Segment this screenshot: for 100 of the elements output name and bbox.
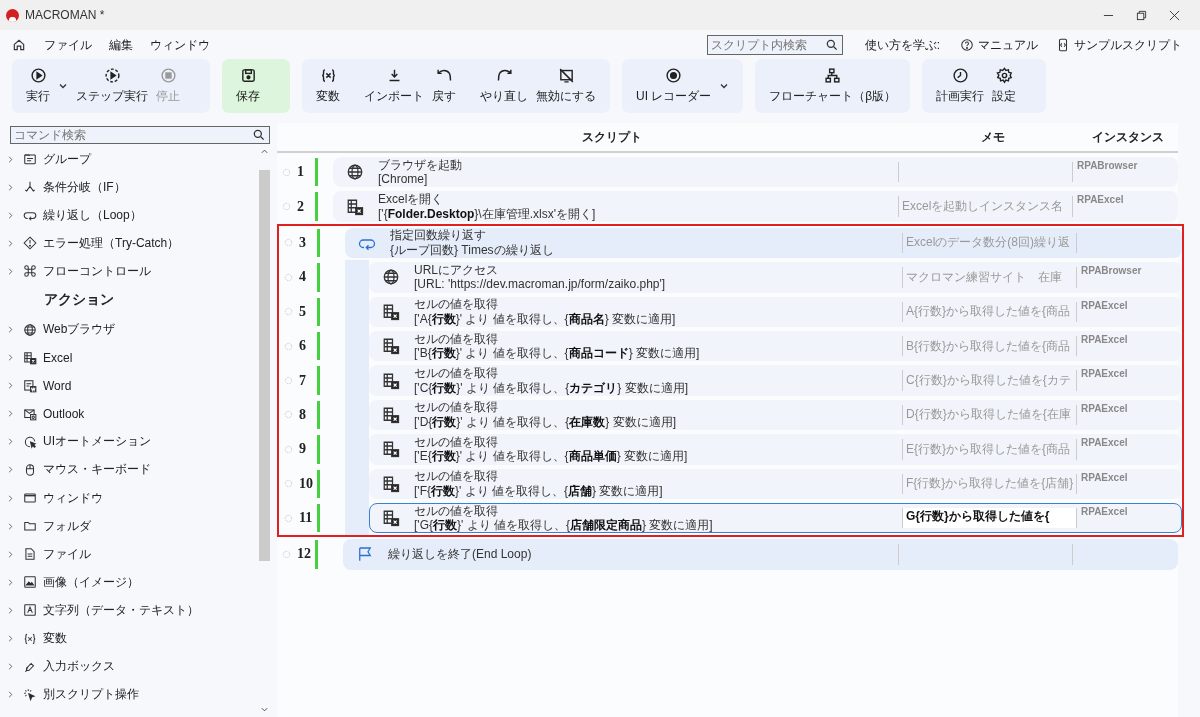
restore-button[interactable]: [1136, 9, 1147, 21]
line-number: 6: [299, 338, 306, 355]
schedule-icon: [951, 67, 969, 84]
chevron-icon[interactable]: [6, 437, 15, 447]
chevron-icon[interactable]: [6, 381, 15, 391]
toolbar-button[interactable]: 戻す: [428, 67, 476, 105]
command-category[interactable]: マウス・キーボード: [43, 461, 151, 479]
scrollbar-thumb[interactable]: [259, 170, 270, 561]
script-step[interactable]: セルの値を取得 ['E{行数}' より 値を取得し、{商品単価} 変数に適用] E{行数}から取得した値を{商品 RPAExcel: [369, 434, 1182, 465]
toolbar-button[interactable]: 計画実行: [932, 67, 989, 105]
menu-item[interactable]: 編集: [109, 36, 133, 54]
command-category[interactable]: ウィンドウ: [43, 489, 103, 507]
command-category[interactable]: 変数: [43, 630, 67, 648]
step-title: ブラウザを起動: [378, 157, 462, 173]
chevron-icon[interactable]: [6, 521, 15, 531]
step-title: セルの値を取得: [414, 469, 499, 484]
chevron-icon[interactable]: [6, 577, 15, 587]
line-number: 9: [299, 441, 306, 458]
chevron-icon[interactable]: [6, 409, 15, 419]
chevron-icon[interactable]: [6, 605, 15, 615]
command-category[interactable]: Word: [43, 378, 72, 393]
script-step[interactable]: Excelを開く ['{Folder.Desktop}\在庫管理.xlsx'を開く] Excelを起動しインスタンス名 RPAExcel: [333, 191, 1178, 222]
command-category[interactable]: ファイル: [43, 545, 91, 563]
line-number: 7: [299, 372, 306, 389]
script-step[interactable]: ブラウザを起動 [Chrome] RPABrowser: [333, 157, 1178, 188]
chevron-down-icon[interactable]: [58, 81, 68, 91]
toolbar-button[interactable]: 設定: [988, 67, 1037, 105]
memo-text: B{行数}から取得した値を{商品: [906, 337, 1071, 355]
command-category[interactable]: 文字列（データ・テキスト）: [43, 601, 199, 619]
script-step[interactable]: 指定回数繰り返す {ループ回数} Timesの繰り返し Excelのデータ数分(8回)繰り返: [345, 227, 1182, 259]
chevron-icon[interactable]: [6, 210, 15, 220]
toolbar-button[interactable]: 保存: [232, 67, 280, 105]
command-search-field[interactable]: コマンド検索: [10, 126, 270, 144]
search-icon[interactable]: [824, 38, 839, 52]
help-link[interactable]: サンプルスクリプト: [1056, 36, 1182, 54]
script-step[interactable]: セルの値を取得 ['F{行数}' より 値を取得し、{店舗} 変数に適用] F{行数}から取得した値を{店舗} RPAExcel: [369, 468, 1182, 499]
step-title: 指定回数繰り返す: [390, 228, 487, 243]
script-step[interactable]: セルの値を取得 ['G{行数}' より 値を取得し、{店舗限定商品} 変数に適用] G{行数}から取得した値を{ RPAExcel: [369, 502, 1182, 534]
toolbar-button[interactable]: ステップ実行: [72, 67, 152, 105]
excel-icon: [382, 371, 400, 390]
chevron-down-icon[interactable]: [719, 81, 730, 91]
help-link[interactable]: マニュアル: [960, 36, 1038, 54]
toolbar-button[interactable]: 変数: [312, 67, 360, 105]
memo-text: D{行数}から取得した値を{在庫: [906, 406, 1071, 424]
script-step[interactable]: セルの値を取得 ['C{行数}' より 値を取得し、{カテゴリ} 変数に適用] C{行数}から取得した値を{カテ RPAExcel: [369, 365, 1182, 396]
toolbar-button[interactable]: フローチャート（β版）: [765, 67, 901, 105]
command-category[interactable]: Excel: [43, 350, 73, 365]
chevron-icon[interactable]: [6, 493, 15, 503]
chevron-icon[interactable]: [6, 266, 15, 276]
command-category[interactable]: Outlook: [43, 406, 85, 421]
globe-icon: [346, 163, 364, 182]
command-category[interactable]: 条件分岐（IF）: [43, 178, 126, 196]
script-step[interactable]: 繰り返しを終了(End Loop): [343, 539, 1178, 570]
command-category[interactable]: 繰り返し（Loop）: [43, 206, 142, 224]
chevron-icon[interactable]: [6, 182, 15, 192]
close-button[interactable]: [1169, 9, 1180, 21]
command-category[interactable]: エラー処理（Try-Catch）: [43, 234, 180, 252]
menu-item[interactable]: ウィンドウ: [150, 36, 210, 54]
chevron-icon[interactable]: [6, 662, 15, 672]
menu-item[interactable]: ファイル: [44, 36, 92, 54]
step-detail: ['A{行数}' より 値を取得し、{商品名} 変数に適用]: [414, 311, 676, 327]
chevron-icon[interactable]: [6, 634, 15, 644]
excel-icon: [382, 474, 400, 493]
chevron-icon[interactable]: [6, 325, 15, 334]
command-category[interactable]: 画像（イメージ）: [43, 573, 139, 591]
script-step[interactable]: セルの値を取得 ['D{行数}' より 値を取得し、{在庫数} 変数に適用] D{行数}から取得した値を{在庫 RPAExcel: [369, 399, 1182, 431]
toolbar-button[interactable]: インポート: [360, 67, 428, 105]
script-step[interactable]: セルの値を取得 ['B{行数}' より 値を取得し、{商品コード} 変数に適用] B{行数}から取得した値を{商品 RPAExcel: [369, 330, 1182, 362]
command-category[interactable]: フローコントロール: [43, 262, 151, 280]
command-category[interactable]: Webブラウザ: [43, 321, 116, 338]
command-icon: [23, 264, 37, 279]
scroll-up-icon[interactable]: [260, 147, 269, 156]
chevron-icon[interactable]: [6, 353, 15, 363]
click-icon: [23, 687, 37, 702]
excel-icon: [382, 509, 400, 528]
command-category[interactable]: グループ: [43, 150, 91, 168]
chevron-icon[interactable]: [6, 549, 15, 559]
search-icon[interactable]: [252, 128, 266, 142]
memo-text: Excelのデータ数分(8回)繰り返: [906, 234, 1070, 252]
chevron-icon[interactable]: [6, 690, 15, 700]
column-header: メモ: [980, 128, 1006, 146]
command-category[interactable]: UIオートメーション: [43, 433, 151, 451]
error-icon: [23, 236, 37, 251]
toolbar-button[interactable]: 実行: [22, 67, 72, 105]
folder-icon: [23, 519, 37, 534]
chevron-icon[interactable]: [6, 465, 15, 475]
script-step[interactable]: セルの値を取得 ['A{行数}' より 値を取得し、{商品名} 変数に適用] A{行数}から取得した値を{商品 RPAExcel: [369, 296, 1182, 327]
command-category[interactable]: 入力ボックス: [43, 658, 115, 676]
home-icon[interactable]: [12, 38, 26, 52]
script-step[interactable]: URLにアクセス [URL: 'https://dev.macroman.jp/form/zaiko.php'] マクロマン練習サイト 在庫 RPABrowser: [369, 262, 1182, 293]
toolbar-button[interactable]: やり直し: [476, 67, 532, 105]
toolbar-button[interactable]: UI レコーダー: [632, 67, 734, 105]
toolbar-button[interactable]: 無効にする: [532, 67, 600, 105]
chevron-icon[interactable]: [6, 154, 15, 164]
scroll-down-icon[interactable]: [260, 705, 269, 714]
script-search-field[interactable]: スクリプト内検索: [706, 35, 843, 55]
chevron-icon[interactable]: [6, 238, 15, 248]
command-category[interactable]: 別スクリプト操作: [43, 686, 139, 704]
command-category[interactable]: フォルダ: [43, 517, 91, 535]
line-number: 11: [299, 510, 313, 527]
